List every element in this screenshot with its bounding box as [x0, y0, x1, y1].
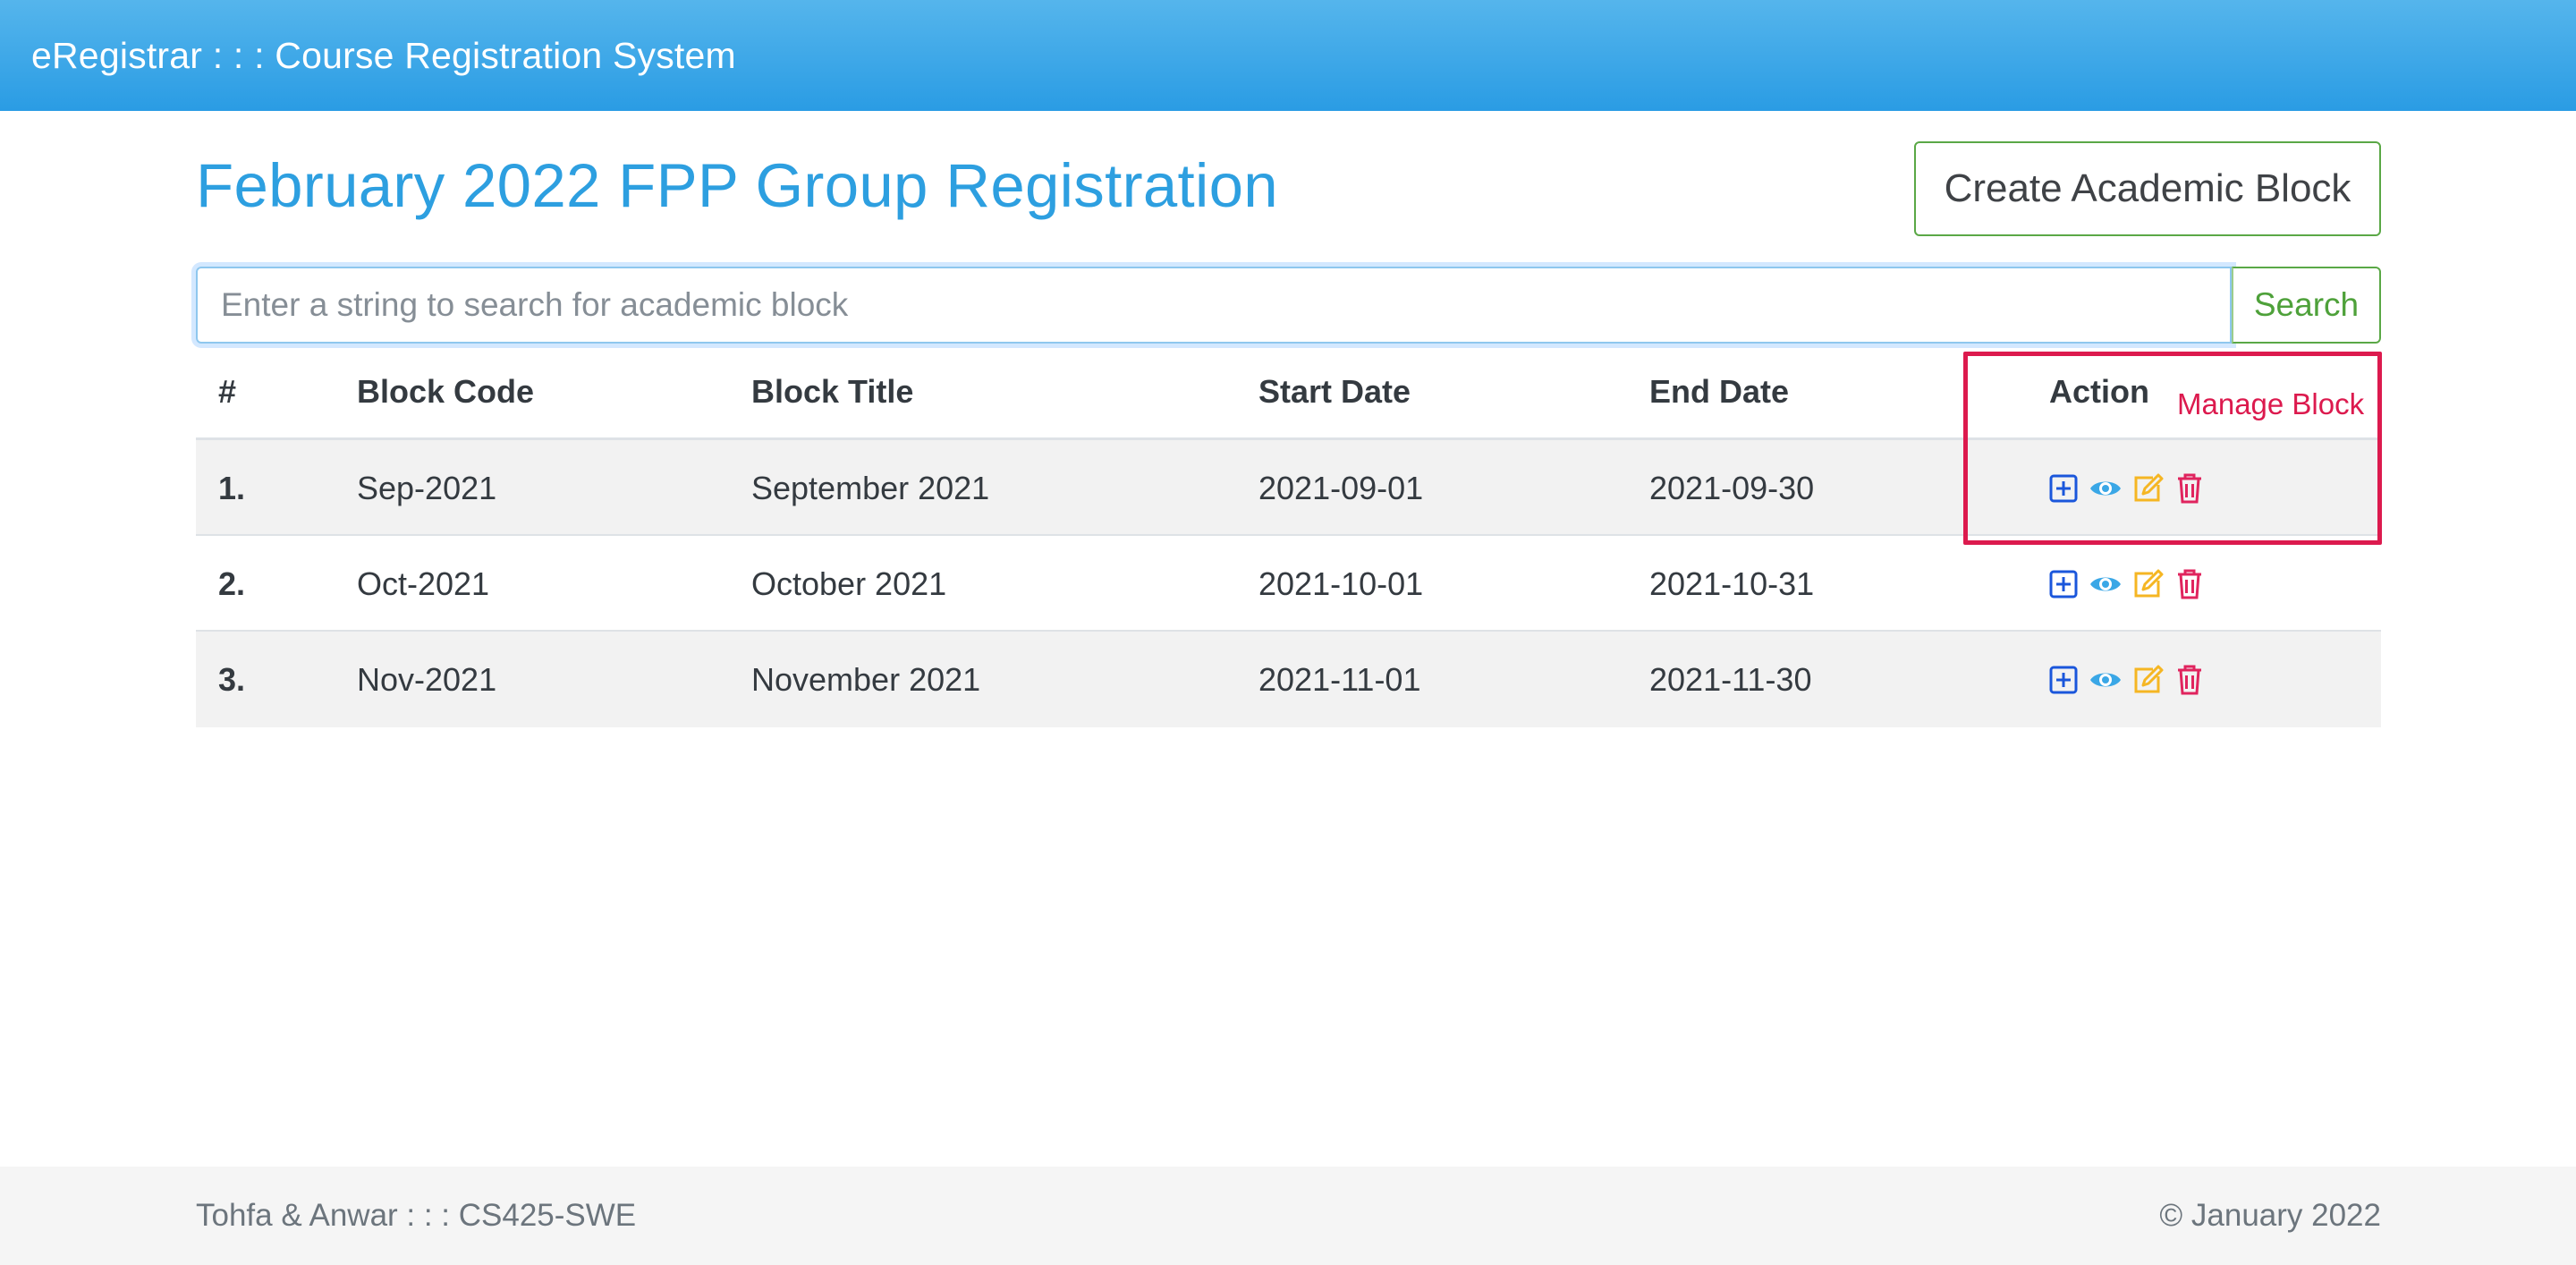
edit-icon[interactable] [2131, 663, 2165, 697]
search-bar: Search [196, 267, 2381, 344]
plus-square-icon[interactable] [2046, 567, 2080, 601]
end-date: 2021-09-30 [1649, 470, 1815, 506]
end-date: 2021-10-31 [1649, 565, 1815, 602]
search-button[interactable]: Search [2232, 267, 2381, 344]
block-code: Oct-2021 [357, 565, 490, 602]
block-code: Nov-2021 [357, 661, 497, 698]
search-input[interactable] [196, 267, 2232, 344]
row-number: 1. [218, 470, 246, 506]
row-actions [2046, 536, 2207, 632]
trash-icon[interactable] [2173, 663, 2207, 697]
trash-icon[interactable] [2173, 567, 2207, 601]
eye-icon[interactable] [2089, 663, 2123, 697]
block-title: November 2021 [751, 661, 981, 698]
edit-icon[interactable] [2131, 567, 2165, 601]
navbar-brand[interactable]: eRegistrar : : : Course Registration Sys… [31, 35, 736, 77]
header-block-code: Block Code [357, 373, 535, 410]
eye-icon[interactable] [2089, 567, 2123, 601]
row-number: 3. [218, 661, 246, 698]
footer: Tohfa & Anwar : : : CS425-SWE © January … [0, 1167, 2576, 1265]
manage-block-highlight [1963, 352, 2382, 545]
manage-block-label: Manage Block [2177, 387, 2365, 420]
table-row: 2. Oct-2021 October 2021 2021-10-01 2021… [196, 536, 2381, 632]
create-academic-block-button[interactable]: Create Academic Block [1914, 141, 2381, 236]
start-date: 2021-11-01 [1258, 661, 1421, 698]
block-title: October 2021 [751, 565, 947, 602]
start-date: 2021-09-01 [1258, 470, 1424, 506]
page-title: February 2022 FPP Group Registration [196, 151, 1278, 220]
header-start-date: Start Date [1258, 373, 1411, 410]
row-actions [2046, 632, 2207, 727]
header-block-title: Block Title [751, 373, 914, 410]
start-date: 2021-10-01 [1258, 565, 1424, 602]
header-end-date: End Date [1649, 373, 1790, 410]
end-date: 2021-11-30 [1649, 661, 1812, 698]
footer-copyright: © January 2022 [2159, 1198, 2381, 1233]
plus-square-icon[interactable] [2046, 663, 2080, 697]
table-row: 3. Nov-2021 November 2021 2021-11-01 202… [196, 632, 2381, 727]
navbar: eRegistrar : : : Course Registration Sys… [0, 0, 2576, 111]
row-number: 2. [218, 565, 246, 602]
footer-credits: Tohfa & Anwar : : : CS425-SWE [196, 1198, 637, 1233]
block-code: Sep-2021 [357, 470, 497, 506]
header-number: # [218, 373, 237, 410]
block-title: September 2021 [751, 470, 990, 506]
